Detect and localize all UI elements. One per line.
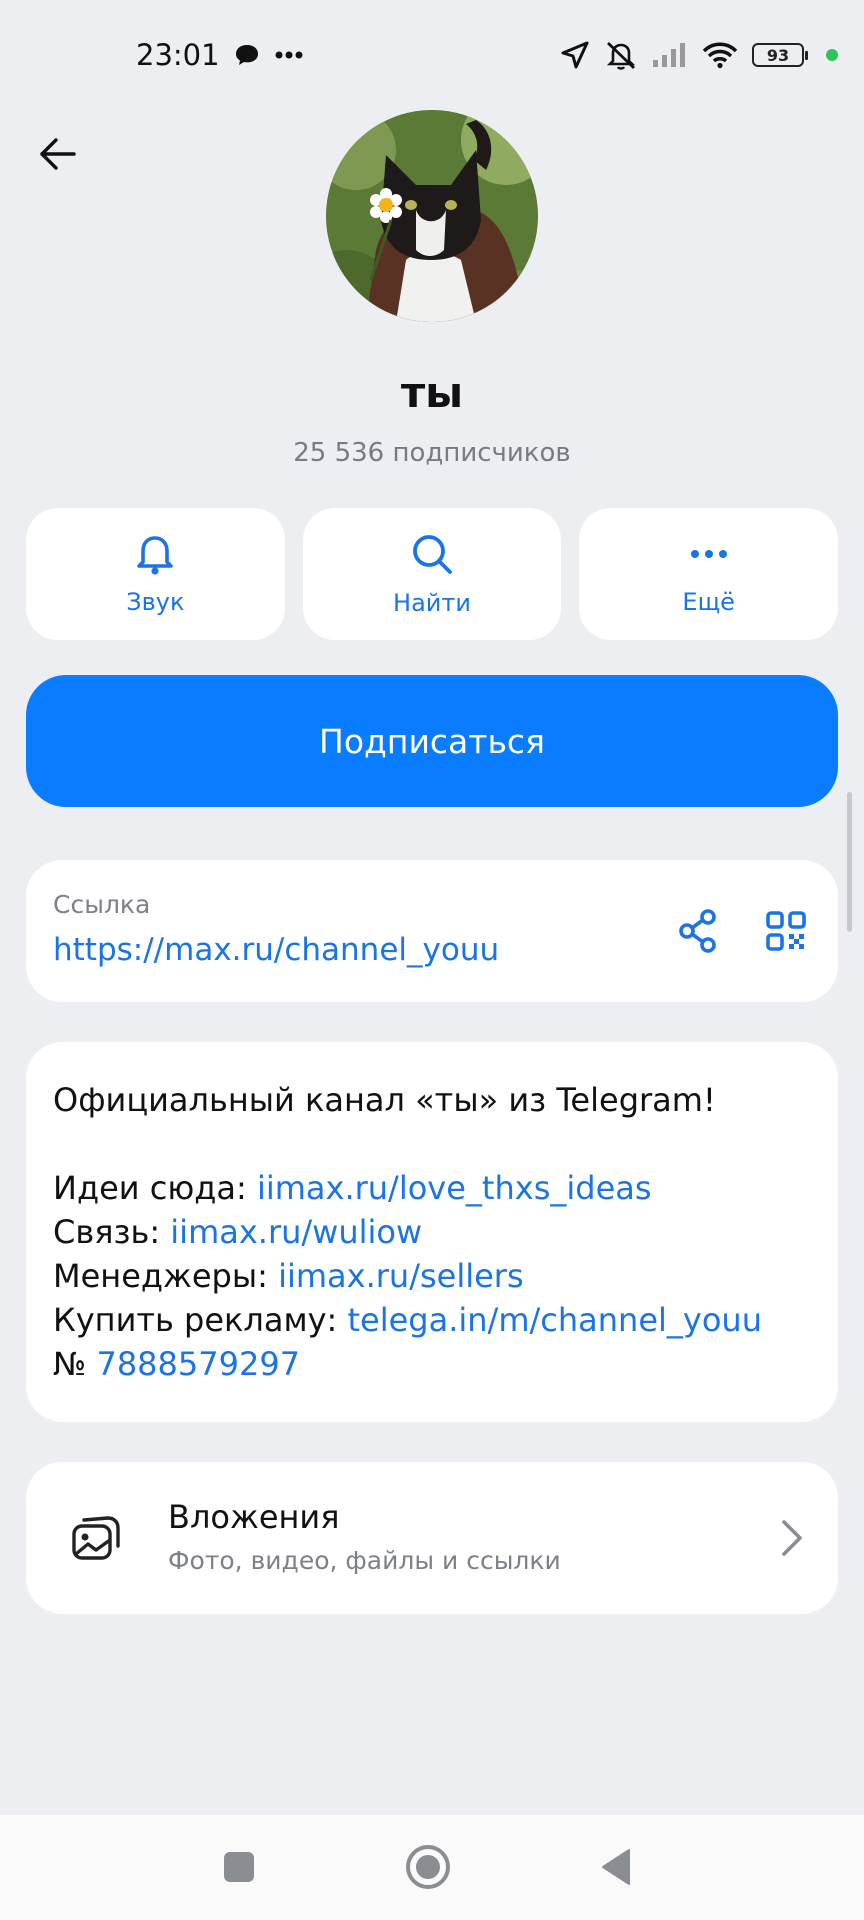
- qr-code-button[interactable]: [762, 904, 810, 958]
- signal-icon: [653, 43, 685, 67]
- wifi-icon: [702, 42, 738, 69]
- recents-button[interactable]: [211, 1839, 267, 1895]
- attachments-subtitle: Фото, видео, файлы и ссылки: [168, 1546, 561, 1575]
- search-button-label: Найти: [393, 589, 471, 617]
- share-icon: [679, 909, 716, 953]
- description-line: Идеи сюда: iimax.ru/love_thxs_ideas: [53, 1169, 652, 1207]
- more-button[interactable]: Ещё: [579, 508, 839, 640]
- subscriber-count: 25 536 подписчиков: [293, 438, 571, 468]
- description-card: Официальный канал «ты» из Telegram! Идеи…: [26, 1042, 838, 1422]
- back-nav-button[interactable]: [588, 1839, 644, 1895]
- description-line: Менеджеры: iimax.ru/sellers: [53, 1257, 524, 1295]
- channel-link[interactable]: https://max.ru/channel_youu: [53, 932, 499, 968]
- description-line: Купить рекламу: telega.in/m/channel_youu: [53, 1301, 762, 1339]
- managers-link[interactable]: iimax.ru/sellers: [278, 1257, 524, 1295]
- triangle-back-icon: [602, 1849, 630, 1885]
- location-icon: [561, 41, 589, 69]
- silent-icon: [606, 41, 636, 70]
- subscribe-button-label: Подписаться: [319, 721, 545, 761]
- home-circle-icon: [406, 1845, 450, 1889]
- contact-link[interactable]: iimax.ru/wuliow: [170, 1213, 422, 1251]
- sound-button[interactable]: Звук: [26, 508, 285, 640]
- attachments-title: Вложения: [168, 1498, 340, 1536]
- search-icon: [413, 535, 452, 574]
- link-label: Ссылка: [53, 890, 151, 919]
- scrollbar[interactable]: [847, 792, 852, 932]
- system-navigation-bar: [0, 1815, 864, 1920]
- qr-code-icon: [766, 911, 806, 951]
- bell-icon: [137, 536, 174, 575]
- channel-title: ты: [400, 368, 464, 417]
- share-button[interactable]: [674, 904, 722, 958]
- status-time: 23:01: [136, 38, 220, 72]
- registry-number-link[interactable]: 7888579297: [96, 1345, 300, 1383]
- action-tiles: Звук Найти Ещё: [26, 508, 839, 640]
- description-line: № 7888579297: [53, 1345, 301, 1383]
- sound-button-label: Звук: [126, 588, 185, 616]
- description-intro: Официальный канал «ты» из Telegram!: [53, 1081, 716, 1119]
- message-icon: [235, 45, 258, 65]
- battery-level: 93: [766, 45, 790, 65]
- arrow-left-icon: [40, 138, 76, 170]
- channel-avatar[interactable]: [326, 110, 538, 322]
- more-button-label: Ещё: [682, 588, 735, 616]
- home-button[interactable]: [400, 1839, 456, 1895]
- ideas-link[interactable]: iimax.ru/love_thxs_ideas: [257, 1169, 652, 1207]
- status-bar: 23:01 93: [0, 0, 864, 110]
- privacy-indicator-dot: [826, 49, 838, 61]
- gallery-icon: [72, 1516, 120, 1560]
- more-icon: [275, 51, 303, 59]
- square-icon: [224, 1852, 254, 1882]
- chevron-right-icon: [782, 1520, 802, 1556]
- attachments-row[interactable]: Вложения Фото, видео, файлы и ссылки: [26, 1462, 838, 1614]
- ads-link[interactable]: telega.in/m/channel_youu: [347, 1301, 762, 1339]
- link-card: Ссылка https://max.ru/channel_youu: [26, 860, 838, 1002]
- back-button[interactable]: [30, 126, 86, 182]
- subscribe-button[interactable]: Подписаться: [26, 675, 838, 807]
- channel-profile-screen: 23:01 93 ты 25 536 подписчиков Звук Найт…: [0, 0, 864, 1920]
- more-icon: [690, 550, 727, 558]
- search-button[interactable]: Найти: [302, 508, 562, 640]
- cat-photo-image: [326, 110, 538, 322]
- description-line: Связь: iimax.ru/wuliow: [53, 1213, 423, 1251]
- battery-icon: 93: [752, 43, 808, 67]
